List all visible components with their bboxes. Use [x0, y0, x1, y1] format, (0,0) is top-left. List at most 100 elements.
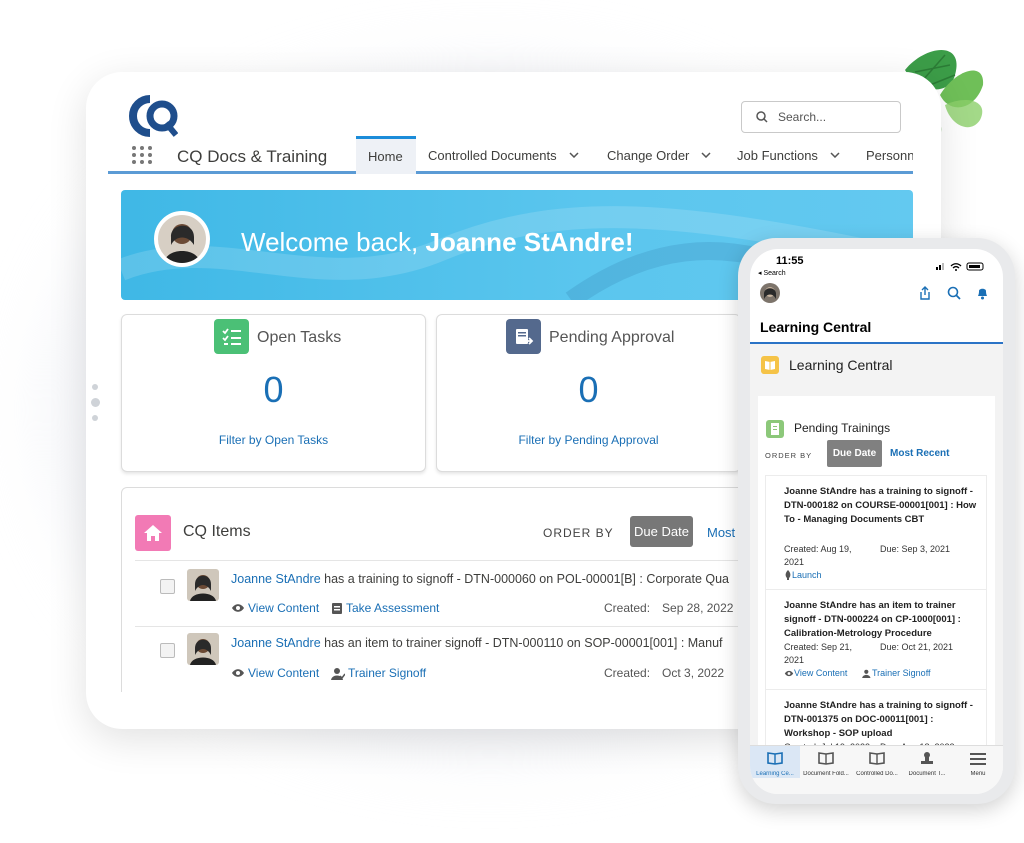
trainer-icon: [862, 669, 871, 678]
view-content-button[interactable]: View Content: [231, 601, 319, 615]
due-date: Due: Oct 21, 2021: [880, 642, 954, 652]
view-content-button[interactable]: View Content: [784, 668, 847, 678]
training-title: Joanne StAndre has an item to trainer si…: [784, 600, 961, 639]
assessment-icon: [332, 602, 342, 614]
tab-job-functions[interactable]: Job Functions: [737, 136, 840, 174]
share-icon[interactable]: [918, 286, 932, 300]
list-item[interactable]: Joanne StAndre has a training to signoff…: [765, 475, 987, 589]
tab-document-folders[interactable]: Document Fold...: [801, 746, 851, 778]
approval-icon: [506, 319, 541, 354]
action-label: View Content: [248, 666, 320, 680]
trainer-icon: [331, 667, 345, 680]
tab-personnel[interactable]: Personn: [866, 136, 913, 174]
bell-icon[interactable]: [976, 286, 989, 300]
created-date: Created: Aug 19, 2021: [784, 544, 852, 567]
sort-most-recent-button[interactable]: Most: [707, 525, 735, 540]
user-link[interactable]: Joanne StAndre: [231, 572, 321, 586]
cq-items-title: CQ Items: [183, 523, 251, 540]
mobile-page-title: Learning Central: [760, 319, 872, 335]
kpi-card-open-tasks: Open Tasks 0 Filter by Open Tasks: [121, 314, 426, 472]
tab-label: Change Order: [607, 147, 690, 163]
tab-learning-central[interactable]: Learning Ce...: [750, 746, 800, 778]
row-text: has a training to signoff - DTN-000060 o…: [324, 572, 730, 586]
user-avatar[interactable]: [154, 211, 210, 267]
created-value: Oct 3, 2022: [662, 666, 725, 680]
row-text: has an item to trainer signoff - DTN-000…: [324, 636, 723, 650]
action-label: Take Assessment: [346, 601, 440, 615]
tablet-side-buttons: [91, 384, 100, 429]
tab-document-training[interactable]: Document T...: [902, 746, 952, 778]
kpi-value: 0: [578, 369, 599, 410]
action-label: Trainer Signoff: [872, 668, 931, 678]
row-checkbox[interactable]: [160, 643, 175, 658]
order-by-label: ORDER BY: [765, 451, 813, 460]
take-assessment-button[interactable]: Take Assessment: [331, 601, 439, 615]
home-icon: [135, 515, 171, 551]
list-item[interactable]: Joanne StAndre has an item to trainer si…: [765, 589, 987, 689]
book-icon: [818, 752, 834, 765]
back-to-search-link[interactable]: ◂ Search: [758, 269, 786, 277]
row-created-date: Created: Oct 3, 2022: [604, 666, 724, 680]
welcome-user-name: Joanne StAndre!: [425, 227, 634, 257]
row-checkbox[interactable]: [160, 579, 175, 594]
trainer-signoff-button[interactable]: Trainer Signoff: [862, 668, 931, 678]
search-icon[interactable]: [947, 286, 961, 300]
row-created-date: Created: Sep 28, 2022: [604, 601, 733, 615]
sort-due-date-button[interactable]: Due Date: [827, 440, 882, 467]
section-title: Learning Central: [789, 357, 893, 373]
sort-due-date-button[interactable]: Due Date: [630, 516, 693, 547]
tab-label: Menu: [970, 771, 986, 777]
tab-label: Document Fold...: [803, 771, 849, 777]
action-label: Launch: [792, 570, 822, 580]
avatar[interactable]: [760, 283, 780, 303]
chevron-down-icon[interactable]: [701, 152, 711, 158]
sort-most-recent-button[interactable]: Most Recent: [890, 448, 949, 459]
tab-home[interactable]: Home: [356, 136, 416, 174]
user-link[interactable]: Joanne StAndre: [231, 636, 321, 650]
tab-label: Controlled Documents: [428, 147, 557, 163]
trainer-signoff-button[interactable]: Trainer Signoff: [331, 666, 426, 680]
chevron-down-icon[interactable]: [830, 152, 840, 158]
chevron-down-icon[interactable]: [569, 152, 579, 158]
due-date: Due: Sep 3, 2021: [880, 544, 951, 554]
created-value: Sep 28, 2022: [662, 601, 734, 615]
app-nav-bar: CQ Docs & Training Home Controlled Docum…: [108, 136, 913, 174]
tab-menu[interactable]: Menu: [953, 746, 1003, 778]
task-list-icon: [214, 319, 249, 354]
kpi-value: 0: [263, 369, 284, 410]
filter-pending-approval-link[interactable]: Filter by Pending Approval: [437, 433, 740, 447]
global-search-input[interactable]: Search...: [741, 101, 901, 133]
kpi-title: Pending Approval: [549, 329, 675, 346]
training-title: Joanne StAndre has a training to signoff…: [784, 700, 973, 739]
tab-label: Home: [368, 149, 403, 164]
tab-label: Controlled Do...: [856, 771, 898, 777]
rocket-icon: [785, 570, 791, 580]
kpi-title: Open Tasks: [257, 329, 342, 346]
row-description: Joanne StAndre has an item to trainer si…: [231, 636, 723, 650]
cq-logo-icon[interactable]: [124, 95, 178, 137]
app-launcher-icon[interactable]: [132, 146, 156, 166]
stamp-icon: [921, 752, 933, 764]
tab-controlled-documents[interactable]: Controlled Documents: [428, 136, 579, 174]
status-icons: [936, 262, 984, 271]
user-photo-icon: [190, 575, 216, 601]
tab-label: Document T...: [908, 771, 946, 777]
pending-trainings-card: Pending Trainings ORDER BY Due Date Most…: [758, 396, 995, 756]
user-photo-icon: [164, 224, 200, 263]
eye-icon: [232, 669, 244, 677]
view-content-button[interactable]: View Content: [231, 666, 319, 680]
status-time: 11:55: [776, 255, 804, 267]
mobile-tab-bar: Learning Ce... Document Fold... Controll…: [750, 745, 1003, 794]
eye-icon: [232, 604, 244, 612]
book-icon: [767, 752, 783, 765]
tab-change-order[interactable]: Change Order: [607, 136, 711, 174]
tab-label: Job Functions: [737, 147, 818, 163]
tab-label: Learning Ce...: [756, 771, 794, 777]
filter-open-tasks-link[interactable]: Filter by Open Tasks: [122, 433, 425, 447]
kpi-card-pending-approval: Pending Approval 0 Filter by Pending App…: [436, 314, 741, 472]
pending-trainings-title: Pending Trainings: [794, 421, 891, 435]
created-date: Created: Sep 21, 2021: [784, 642, 853, 665]
tab-controlled-documents[interactable]: Controlled Do...: [852, 746, 902, 778]
launch-button[interactable]: Launch: [784, 570, 822, 580]
mobile-app-screen: 11:55 ◂ Search Learning Central Learning…: [750, 249, 1003, 794]
